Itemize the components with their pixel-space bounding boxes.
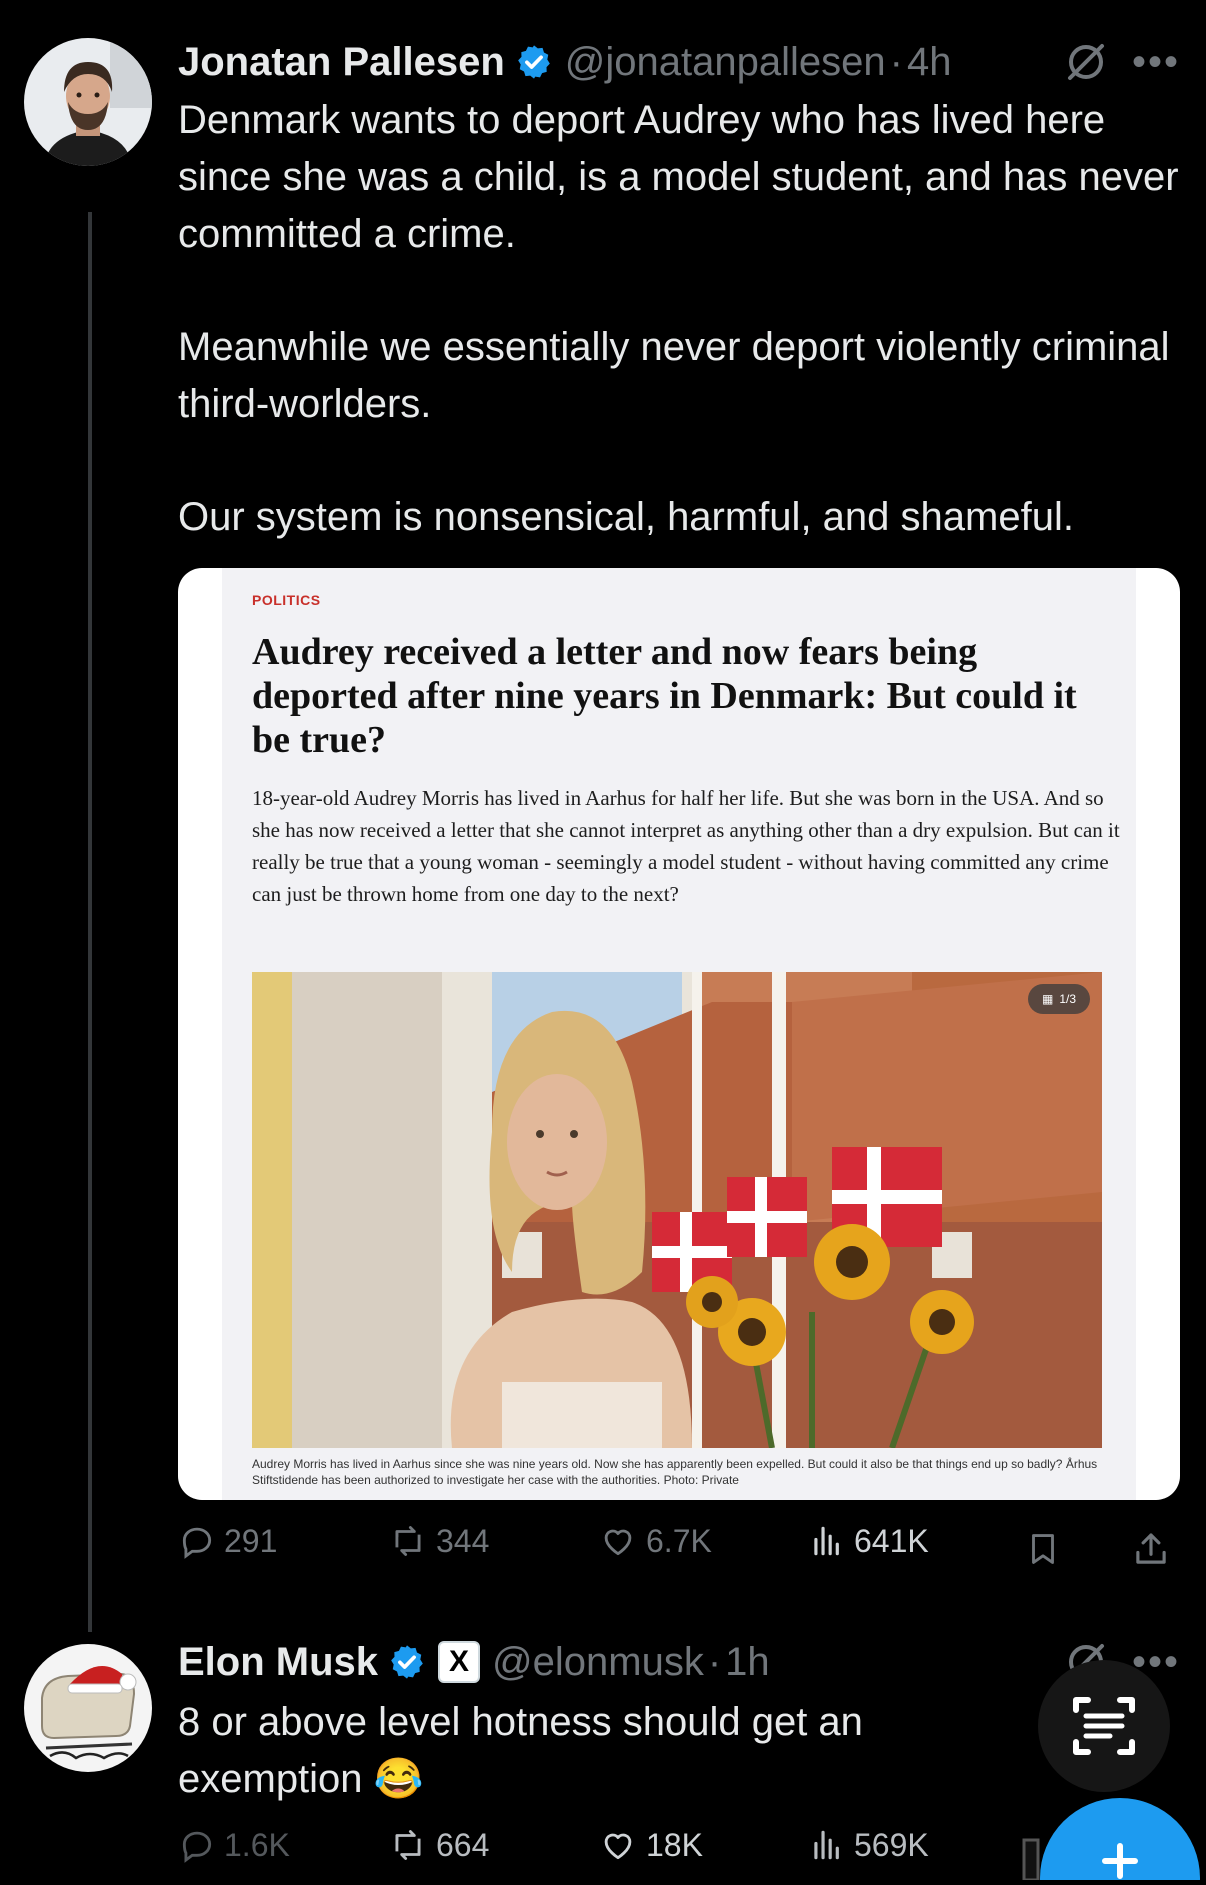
tweet2-text: 8 or above level hotness should get an e… [178, 1694, 978, 1808]
like-count: 18K [646, 1826, 703, 1863]
author-name[interactable]: Elon Musk [178, 1640, 378, 1685]
tweet2-header: Elon Musk X @elonmusk · 1h [178, 1634, 770, 1690]
article-photo: ▦ 1/3 [252, 972, 1102, 1448]
repost-icon [395, 1526, 421, 1556]
affiliate-x-badge[interactable]: X [438, 1641, 481, 1683]
views-button[interactable]: 569K [808, 1826, 929, 1864]
laughing-emoji: 😂 [373, 1757, 424, 1801]
like-count: 6.7K [646, 1522, 712, 1559]
article-deck: 18-year-old Audrey Morris has lived in A… [252, 786, 1120, 906]
views-count: 569K [854, 1826, 929, 1863]
like-icon [604, 1833, 632, 1860]
timestamp[interactable]: 4h [907, 40, 952, 85]
reply-icon [182, 1831, 212, 1863]
repost-count: 664 [436, 1826, 490, 1863]
like-button[interactable]: 6.7K [598, 1522, 712, 1560]
like-button[interactable]: 18K [598, 1826, 703, 1864]
like-icon [604, 1529, 632, 1556]
author-name[interactable]: Jonatan Pallesen [178, 40, 505, 85]
article-kicker: POLITICS [252, 592, 321, 608]
article-headline: Audrey received a letter and now fears b… [252, 631, 1077, 761]
avatar-jonatan[interactable] [24, 38, 152, 166]
tweet1-paragraph-3: Our system is nonsensical, harmful, and … [178, 495, 1074, 539]
repost-icon [395, 1830, 421, 1860]
tweet1-header: Jonatan Pallesen @jonatanpallesen · 4h [178, 34, 951, 90]
views-button[interactable]: 641K [808, 1522, 929, 1560]
article-screenshot: POLITICS Audrey received a letter and no… [222, 568, 1136, 1500]
reply-button[interactable]: 1.6K [178, 1826, 290, 1864]
floating-buttons [1020, 1640, 1206, 1885]
separator-dot: · [889, 39, 903, 84]
gallery-icon: ▦ [1041, 992, 1054, 1006]
avatar-elon-image [24, 1644, 152, 1772]
share-icon[interactable] [1130, 1528, 1172, 1570]
separator-dot: · [707, 1639, 722, 1684]
floating-buttons-graphic [1022, 1660, 1200, 1885]
grok-icon[interactable] [1064, 40, 1108, 84]
bookmark-icon[interactable] [1024, 1528, 1062, 1570]
author-handle[interactable]: @jonatanpallesen [565, 40, 886, 85]
compose-icon[interactable] [1040, 1798, 1200, 1885]
tweet1-text: Denmark wants to deport Audrey who has l… [178, 92, 1188, 546]
reply-button[interactable]: 291 [178, 1522, 277, 1560]
repost-button[interactable]: 344 [388, 1522, 489, 1560]
tweet1-paragraph-1: Denmark wants to deport Audrey who has l… [178, 98, 1179, 256]
tweet1-action-bar: 291 344 6.7K 641K [178, 1522, 1188, 1578]
tweet1-paragraph-2: Meanwhile we essentially never deport vi… [178, 325, 1170, 426]
reply-icon [182, 1527, 212, 1559]
thread-connector-line [88, 212, 92, 1632]
views-count: 641K [854, 1522, 929, 1559]
verified-icon[interactable] [388, 1643, 426, 1681]
reply-count: 291 [224, 1522, 278, 1559]
more-icon[interactable]: ••• [1132, 40, 1180, 85]
views-icon [814, 1526, 839, 1556]
avatar-elon[interactable] [24, 1644, 152, 1772]
reply-count: 1.6K [224, 1826, 290, 1863]
avatar-jonatan-image [24, 38, 152, 166]
article-image-card[interactable]: POLITICS Audrey received a letter and no… [178, 568, 1180, 1500]
repost-button[interactable]: 664 [388, 1826, 489, 1864]
tweet2-body: 8 or above level hotness should get an e… [178, 1700, 863, 1801]
photo-counter-text: 1/3 [1059, 992, 1076, 1006]
author-handle[interactable]: @elonmusk [492, 1640, 704, 1685]
repost-count: 344 [436, 1522, 490, 1559]
timestamp[interactable]: 1h [725, 1640, 770, 1685]
photo-counter-badge: ▦ 1/3 [1027, 984, 1090, 1014]
article-photo-caption: Audrey Morris has lived in Aarhus since … [252, 1457, 1098, 1487]
text-recognition-icon[interactable] [1038, 1660, 1170, 1792]
verified-icon[interactable] [515, 43, 553, 81]
views-icon [814, 1830, 839, 1860]
article-photo-illustration [252, 972, 1102, 1448]
